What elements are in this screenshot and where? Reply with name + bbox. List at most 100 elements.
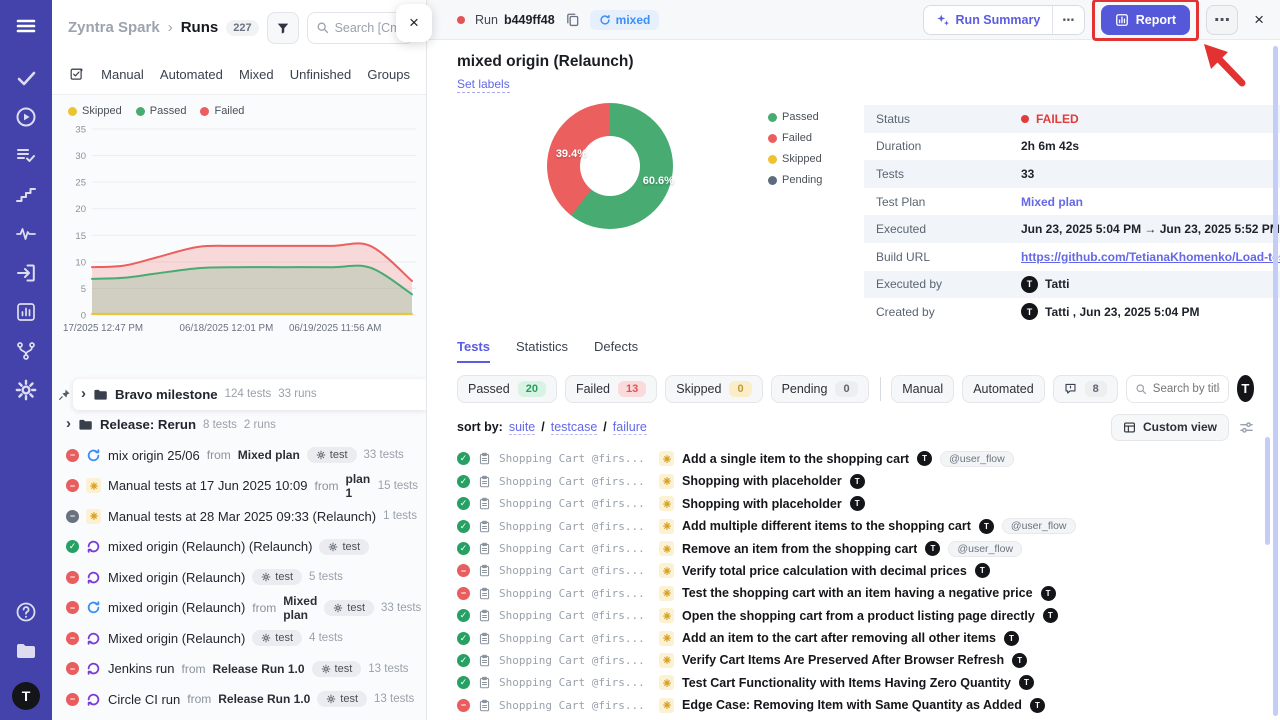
view-settings-icon[interactable] [1239,420,1254,435]
panel-scrollbar[interactable] [1273,46,1278,716]
close-run-button[interactable]: × [1254,10,1264,30]
tab-defects[interactable]: Defects [594,339,638,363]
run-row[interactable]: ✓mixed origin (Relaunch) (Relaunch)test [52,532,426,563]
set-labels-link[interactable]: Set labels [457,77,510,93]
play-circle-icon[interactable] [14,105,38,129]
test-row[interactable]: ✓Shopping Cart @firs...Add multiple diff… [457,515,1254,537]
help-circle-icon[interactable] [14,600,38,624]
filter-skipped[interactable]: Skipped0 [665,375,762,403]
sort-by-suite[interactable]: suite [509,420,535,435]
folder-icon[interactable] [14,639,38,663]
filter-passed[interactable]: Passed20 [457,375,557,403]
run-row[interactable]: −mix origin 25/06fromMixed plantest33 te… [52,440,426,471]
filter-failed[interactable]: Failed13 [565,375,657,403]
test-row[interactable]: ✓Shopping Cart @firs...Add a single item… [457,448,1254,470]
tab-manual[interactable]: Manual [101,67,144,82]
run-card[interactable]: −Circle CI runfromRelease Run 1.0test13 … [58,684,426,715]
plan-name[interactable]: plan 1 [345,472,370,500]
run-row[interactable]: −mixed origin (Relaunch)fromMixed plante… [52,593,426,624]
filter-automated[interactable]: Automated [962,375,1044,403]
menu-icon[interactable] [14,14,38,38]
tab-tests[interactable]: Tests [457,339,490,363]
run-card[interactable]: ›Release: Rerun8 tests2 runs [58,410,426,441]
donut-legend-item-skipped[interactable]: Skipped [768,153,840,165]
detail-link[interactable]: Mixed plan [1021,195,1083,209]
gear-icon[interactable] [14,378,38,402]
donut-legend-item-pending[interactable]: Pending [768,174,840,186]
comments-filter-button[interactable]: 8 [1053,375,1118,403]
legend-item-passed[interactable]: Passed [136,105,187,117]
tab-mixed[interactable]: Mixed [239,67,274,82]
test-row[interactable]: −Shopping Cart @firs...Verify total pric… [457,560,1254,582]
chevron-right-icon[interactable]: › [66,416,71,431]
legend-item-failed[interactable]: Failed [200,105,244,117]
plan-name[interactable]: Release Run 1.0 [218,692,310,706]
test-row[interactable]: ✓Shopping Cart @firs...Verify Cart Items… [457,649,1254,671]
sort-by-failure[interactable]: failure [613,420,647,435]
run-row[interactable]: −Manual tests at 17 Jun 2025 10:09frompl… [52,471,426,502]
run-summary-button[interactable]: Run Summary [924,6,1053,34]
run-row[interactable]: −Manual tests at 28 Mar 2025 09:33 (Rela… [52,501,426,532]
run-card[interactable]: −Manual tests at 17 Jun 2025 10:09frompl… [58,471,426,502]
steps-icon[interactable] [14,183,38,207]
test-row[interactable]: ✓Shopping Cart @firs...Open the shopping… [457,604,1254,626]
copy-icon[interactable] [565,12,580,27]
test-row[interactable]: −Shopping Cart @firs...Removing an Item … [457,716,1254,720]
run-row[interactable]: ›Release: Rerun8 tests2 runs [52,410,426,441]
activity-icon[interactable] [14,222,38,246]
test-row[interactable]: ✓Shopping Cart @firs...Add an item to th… [457,627,1254,649]
plan-name[interactable]: Mixed plan [238,448,300,462]
tests-search-input[interactable] [1153,383,1220,395]
run-card[interactable]: −Mixed origin (Relaunch)test5 tests [58,562,426,593]
test-row[interactable]: ✓Shopping Cart @firs...Shopping with pla… [457,470,1254,492]
custom-view-button[interactable]: Custom view [1111,414,1229,441]
run-card[interactable]: −Manual tests at 28 Mar 2025 09:33 (Rela… [58,501,426,532]
panel-close-button[interactable]: × [396,4,432,42]
plan-name[interactable]: Mixed plan [283,594,317,622]
run-row[interactable]: −Mixed origin (Relaunch)test5 tests [52,562,426,593]
list-check-icon[interactable] [14,144,38,168]
breadcrumb-project[interactable]: Zyntra Spark [68,19,160,36]
tests-scrollbar[interactable] [1265,437,1270,545]
test-row[interactable]: ✓Shopping Cart @firs...Test Cart Functio… [457,672,1254,694]
filter-manual[interactable]: Manual [891,375,954,403]
test-row[interactable]: ✓Shopping Cart @firs...Remove an item fr… [457,537,1254,559]
run-card[interactable]: −mix origin 25/06fromMixed plantest33 te… [58,440,426,471]
tab-statistics[interactable]: Statistics [516,339,568,363]
bar-chart-icon[interactable] [14,300,38,324]
plan-name[interactable]: Release Run 1.0 [212,662,304,676]
run-card[interactable]: ✓mixed origin (Relaunch) (Relaunch)test [58,532,426,563]
tests-search[interactable] [1126,375,1229,403]
run-row[interactable]: −Circle CI runfromRelease Run 1.0test13 … [52,684,426,715]
run-row[interactable]: ›Bravo milestone124 tests33 runs [52,379,426,410]
donut-legend-item-passed[interactable]: Passed [768,111,840,123]
run-card[interactable]: −Jenkins runfromRelease Run 1.0test13 te… [58,654,426,685]
report-button[interactable]: Report [1101,5,1190,35]
test-row[interactable]: ✓Shopping Cart @firs...Shopping with pla… [457,493,1254,515]
filter-pending[interactable]: Pending0 [771,375,869,403]
run-card[interactable]: ›Bravo milestone124 tests33 runs [73,379,426,410]
tab-groups[interactable]: Groups [367,67,410,82]
run-row[interactable]: −Mixed origin (Relaunch)test4 tests [52,623,426,654]
run-card[interactable]: −mixed origin (Relaunch)fromMixed plante… [58,593,426,624]
import-icon[interactable] [14,261,38,285]
chevron-right-icon[interactable]: › [81,386,86,401]
more-actions-button[interactable]: ⋯ [1206,5,1238,35]
tab-automated[interactable]: Automated [160,67,223,82]
run-type-badge[interactable]: mixed [590,10,660,30]
assignee-filter-avatar[interactable]: T [1237,375,1254,402]
sort-by-testcase[interactable]: testcase [551,420,598,435]
runs-search-input[interactable] [335,21,405,35]
test-row[interactable]: −Shopping Cart @firs...Test the shopping… [457,582,1254,604]
check-icon[interactable] [14,66,38,90]
run-row[interactable]: −Jenkins runfromRelease Run 1.0test13 te… [52,654,426,685]
filter-button[interactable] [267,12,299,44]
test-row[interactable]: −Shopping Cart @firs...Edge Case: Removi… [457,694,1254,716]
build-url-link[interactable]: https://github.com/TetianaKhomenko/Load-… [1021,250,1280,264]
run-summary-more-button[interactable]: ⋯ [1053,6,1084,34]
legend-item-skipped[interactable]: Skipped [68,105,122,117]
run-card[interactable]: −Mixed origin (Relaunch)test4 tests [58,623,426,654]
donut-legend-item-failed[interactable]: Failed [768,132,840,144]
tab-unfinished[interactable]: Unfinished [290,67,351,82]
user-avatar[interactable]: T [12,682,40,710]
